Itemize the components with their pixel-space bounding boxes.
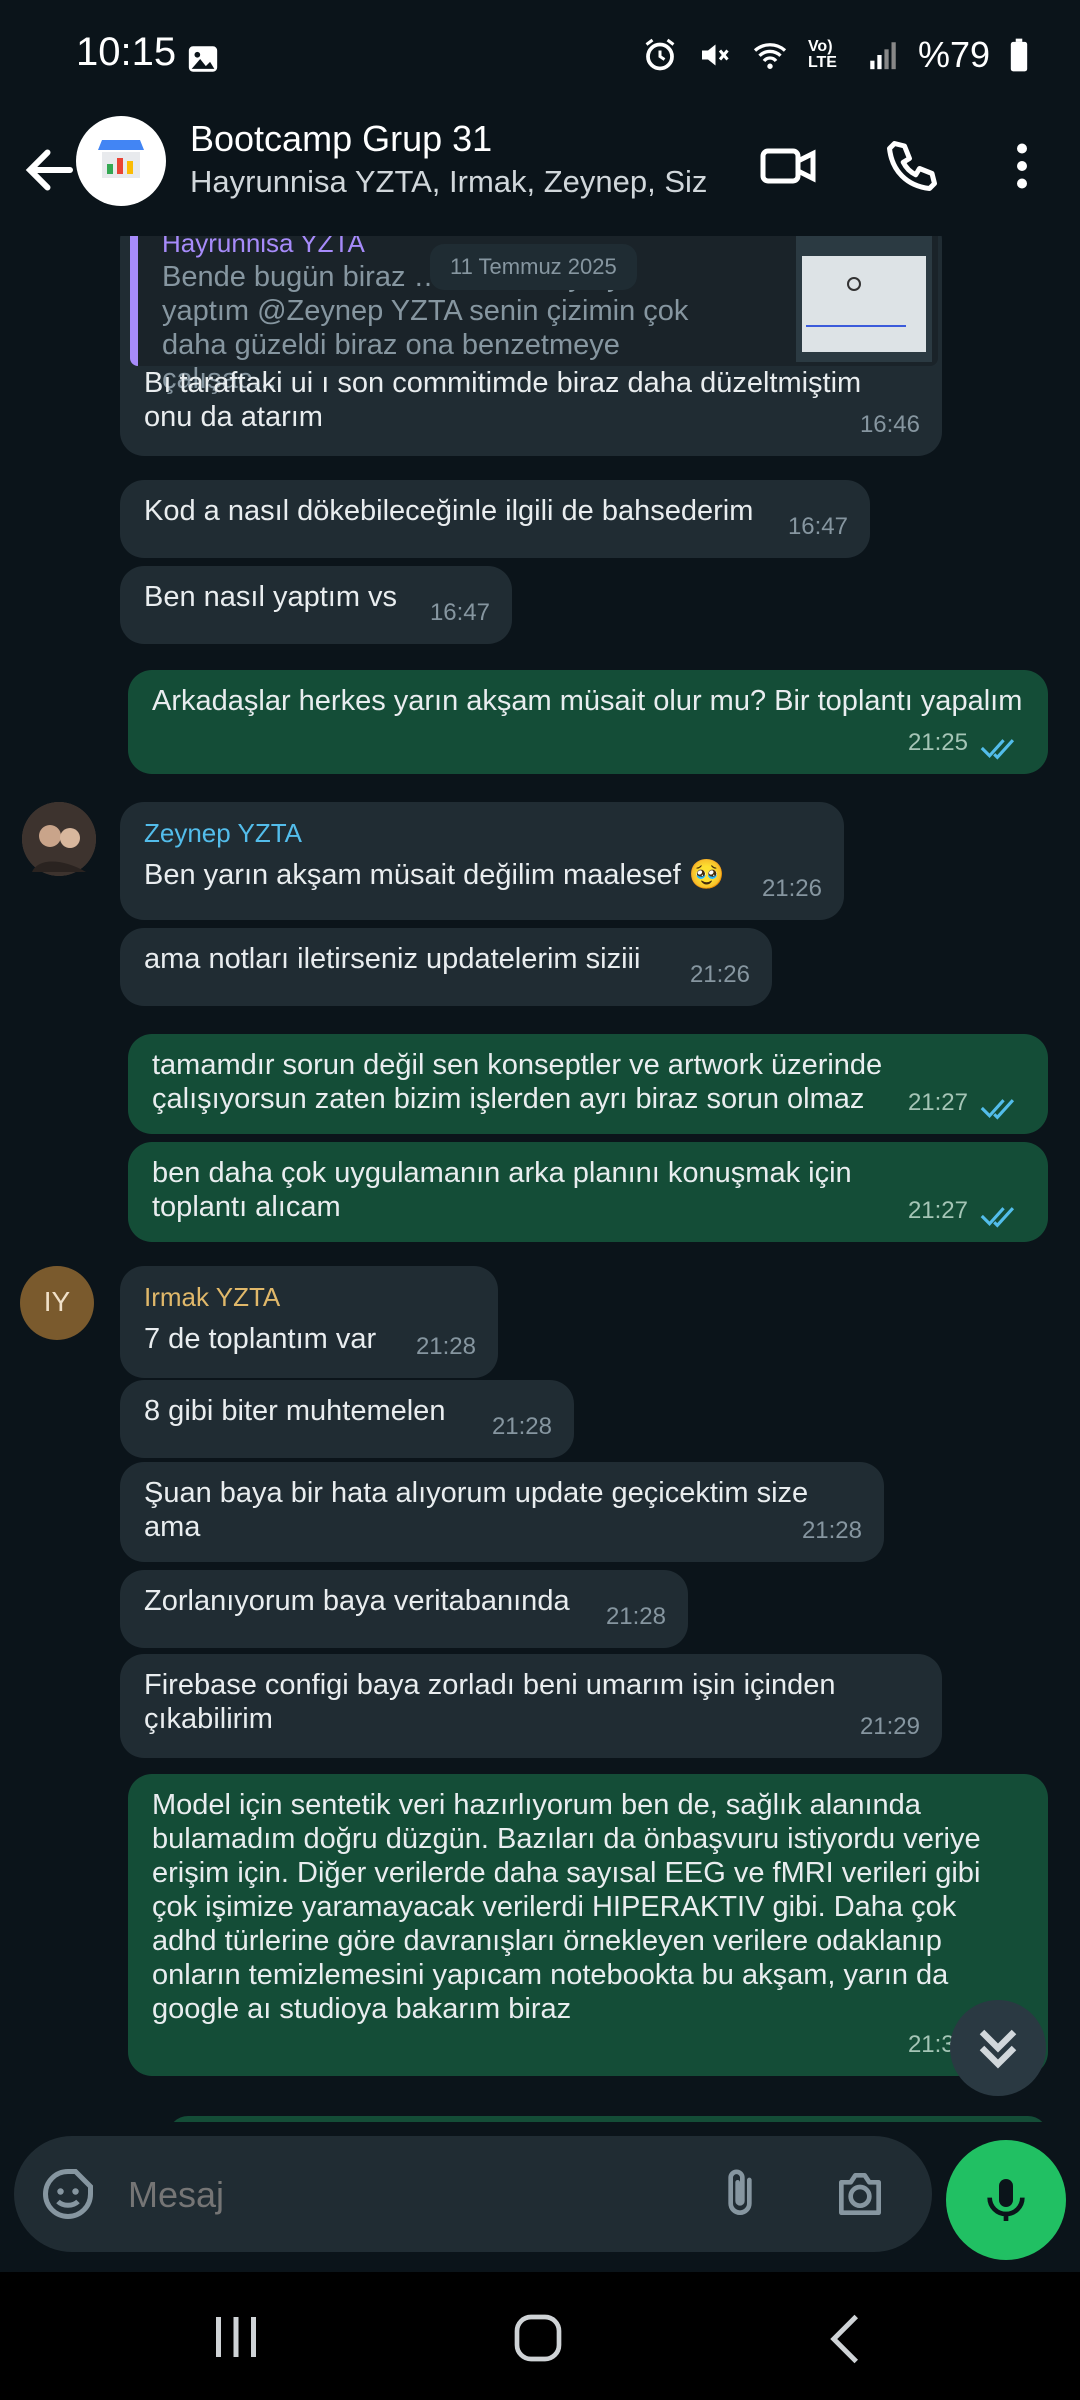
image-preview-icon: [796, 236, 932, 362]
read-ticks-icon: [980, 739, 1015, 760]
message-text: Şuan baya bir hata alıyorum update geçic…: [144, 1477, 809, 1543]
message-bubble[interactable]: Zeynep YZTA Ben yarın akşam müsait değil…: [120, 802, 844, 920]
voice-message-button[interactable]: [946, 2140, 1066, 2260]
message-text: 8 gibi biter muhtemelen: [144, 1395, 446, 1427]
group-avatar[interactable]: [76, 116, 166, 206]
message-bubble[interactable]: Model için sentetik veri hazırlıyorum be…: [128, 1774, 1048, 2076]
message-time: 21:28: [491, 1413, 552, 1440]
back-nav-icon[interactable]: [820, 2312, 870, 2366]
message-bubble[interactable]: Zorlanıyorum baya veritabanında 21:28: [120, 1570, 688, 1648]
message-time: 21:29: [859, 1713, 920, 1740]
message-input[interactable]: [126, 2164, 690, 2226]
voice-call-icon[interactable]: [882, 136, 942, 196]
sticker-icon[interactable]: [38, 2164, 98, 2224]
avatar-initials: IY: [43, 1286, 71, 1317]
message-time: 16:47: [787, 513, 848, 540]
message-text: Ben nasıl yaptım vs: [144, 581, 398, 613]
avatar[interactable]: IY: [20, 1266, 94, 1340]
battery-icon: [1010, 38, 1028, 72]
message-text: ben daha çok uygulamanın arka planını ko…: [152, 1157, 852, 1223]
mute-icon: [701, 44, 729, 66]
double-chevron-down-icon: [979, 2029, 1017, 2069]
message-time: 21:26: [761, 875, 822, 902]
message-time: 16:47: [429, 599, 490, 626]
battery-percent: %79: [917, 34, 990, 75]
message-text: 7 de toplantım var: [144, 1323, 377, 1355]
signal-icon: [870, 42, 896, 70]
message-bubble[interactable]: 8 gibi biter muhtemelen 21:28: [120, 1380, 574, 1458]
gallery-notification-icon: [188, 46, 218, 72]
date-separator: 11 Temmuz 2025: [430, 244, 637, 290]
profile-photo-icon: [22, 802, 96, 876]
video-call-icon[interactable]: [758, 136, 818, 196]
read-ticks-icon: [980, 1207, 1015, 1228]
message-text: Model için sentetik veri hazırlıyorum be…: [152, 1789, 981, 2025]
network-label: Vo) LTE: [807, 38, 837, 71]
message-text: Kod a nasıl dökebileceğinle ilgili de ba…: [144, 495, 754, 527]
message-bubble[interactable]: tamamdır sorun değil sen konseptler ve a…: [128, 1034, 1048, 1134]
message-bubble[interactable]: Arkadaşlar herkes yarın akşam müsait olu…: [128, 670, 1048, 774]
message-time: 21:28: [801, 1517, 862, 1544]
chat-title[interactable]: Bootcamp Grup 31: [190, 118, 492, 160]
group-logo-icon: [98, 140, 144, 178]
more-options-icon[interactable]: [992, 136, 1052, 196]
message-time: 21:25: [907, 729, 968, 756]
attach-icon[interactable]: [712, 2166, 768, 2222]
wifi-icon: [753, 43, 787, 69]
message-sender[interactable]: Irmak YZTA: [144, 1280, 474, 1314]
message-bubble[interactable]: Ben nasıl yaptım vs 16:47: [120, 566, 512, 644]
message-time: 21:27: [907, 1197, 968, 1224]
message-text: Ben yarın akşam müsait değilim maalesef …: [144, 859, 725, 891]
status-bar: 10:15 Vo) LTE %79: [0, 0, 1080, 110]
message-bubble[interactable]: Firebase configi baya zorladı beni umarı…: [120, 1654, 942, 1758]
message-time: 21:27: [907, 1089, 968, 1116]
status-icons: Vo) LTE %79: [642, 34, 1030, 76]
message-bubble[interactable]: ama notları iletirseniz updatelerim sizi…: [120, 928, 772, 1006]
avatar[interactable]: [22, 802, 96, 876]
chat-participants[interactable]: Hayrunnisa YZTA, Irmak, Zeynep, Siz: [190, 164, 707, 200]
camera-icon[interactable]: [832, 2166, 888, 2222]
message-text: Zorlanıyorum baya veritabanında: [144, 1585, 570, 1617]
quoted-sender: Hayrunnisa YZTA: [162, 236, 365, 258]
message-list[interactable]: Hayrunnisa YZTA Bende bugün biraz … di a…: [0, 236, 1080, 2122]
message-text: Arkadaşlar herkes yarın akşam müsait olu…: [152, 685, 1023, 717]
recent-apps-icon[interactable]: [206, 2312, 266, 2362]
message-time: 21:28: [415, 1333, 476, 1360]
home-icon[interactable]: [510, 2310, 566, 2366]
system-nav-bar: [0, 2272, 1080, 2400]
read-ticks-icon: [980, 1099, 1015, 1120]
message-composer[interactable]: [14, 2136, 932, 2252]
message-text: Bı taraftaki ui ı son commitimde biraz d…: [144, 367, 862, 433]
back-arrow-icon[interactable]: [20, 140, 80, 200]
message-bubble[interactable]: Irmak YZTA 7 de toplantım var 21:28: [120, 1266, 498, 1378]
message-sender[interactable]: Zeynep YZTA: [144, 816, 820, 850]
alarm-icon: [645, 38, 675, 71]
mic-icon: [987, 2179, 1025, 2221]
message-bubble[interactable]: Şuan baya bir hata alıyorum update geçic…: [120, 1462, 884, 1562]
status-time: 10:15: [76, 30, 177, 74]
message-text: ama notları iletirseniz updatelerim sizi…: [144, 943, 641, 975]
quoted-thumbnail: [796, 236, 932, 362]
message-time: 21:28: [605, 1603, 666, 1630]
message-bubble[interactable]: Kod a nasıl dökebileceğinle ilgili de ba…: [120, 480, 870, 558]
scroll-to-bottom-button[interactable]: [950, 2000, 1046, 2096]
message-text: Firebase configi baya zorladı beni umarı…: [144, 1669, 836, 1735]
next-message-bubble[interactable]: [168, 2116, 1048, 2122]
message-time: 21:26: [689, 961, 750, 988]
message-text: tamamdır sorun değil sen konseptler ve a…: [152, 1049, 883, 1115]
message-time: 16:46: [859, 411, 920, 438]
message-bubble[interactable]: ben daha çok uygulamanın arka planını ko…: [128, 1142, 1048, 1242]
